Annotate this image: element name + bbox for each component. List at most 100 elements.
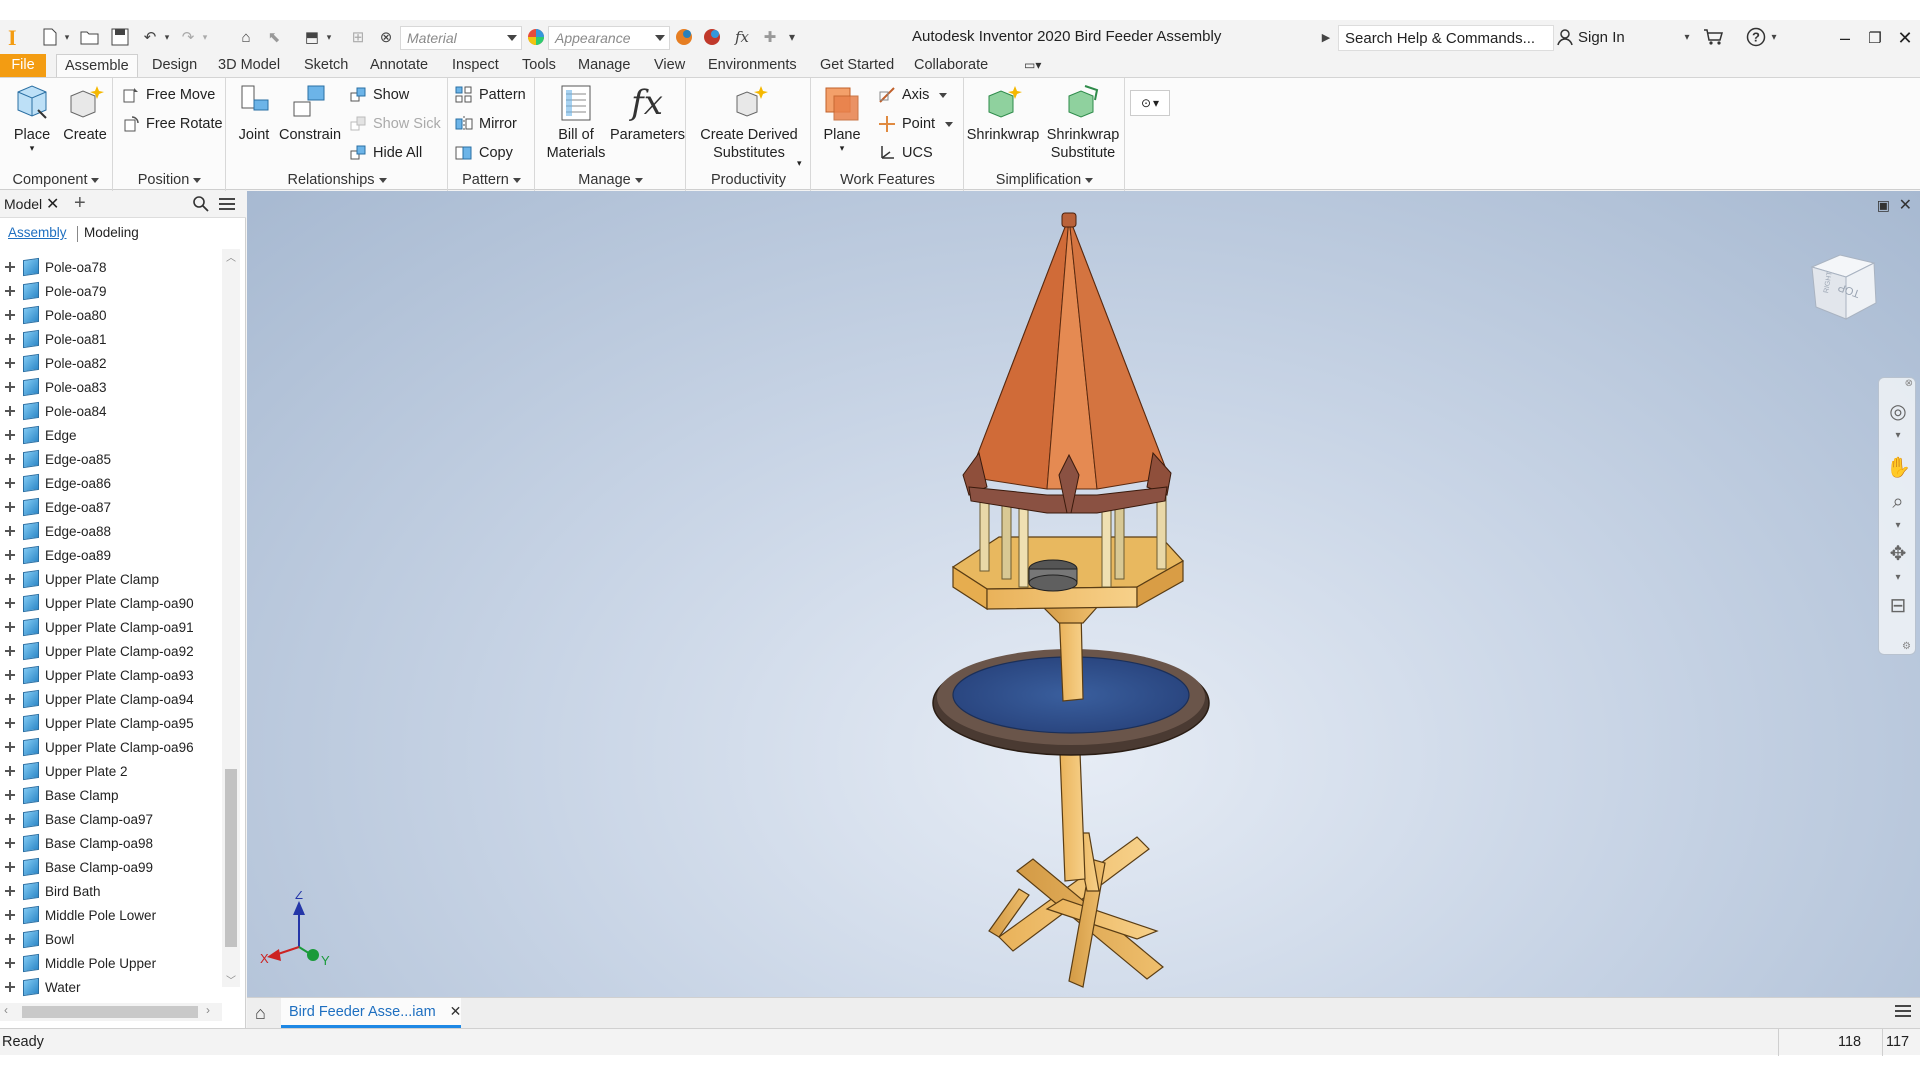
expand-icon[interactable] xyxy=(5,982,15,992)
sign-in-dropdown-icon[interactable]: ▾ xyxy=(1680,26,1694,48)
adjust-appearance-icon[interactable] xyxy=(672,26,696,48)
plane-button[interactable]: Plane ▾ xyxy=(816,82,868,153)
zoom-icon[interactable]: ⌕ xyxy=(1886,490,1910,514)
scrollbar-thumb[interactable] xyxy=(22,1006,198,1018)
minimize-icon[interactable]: – xyxy=(1832,26,1858,50)
tab-assemble[interactable]: Assemble xyxy=(56,54,138,78)
expand-icon[interactable] xyxy=(5,886,15,896)
hide-all-button[interactable]: Hide All xyxy=(349,142,422,164)
tab-design[interactable]: Design xyxy=(144,54,205,77)
close-icon[interactable]: ✕ xyxy=(1892,26,1918,50)
panel-relationships-label[interactable]: Relationships xyxy=(227,172,447,188)
expand-icon[interactable] xyxy=(5,382,15,392)
axis-button[interactable]: Axis xyxy=(878,84,948,106)
tree-item[interactable]: Upper Plate Clamp-oa93 xyxy=(0,663,222,687)
tree-item[interactable]: Pole-oa82 xyxy=(0,351,222,375)
expand-icon[interactable] xyxy=(5,550,15,560)
orbit-icon[interactable]: ✥ xyxy=(1886,542,1910,566)
ribbon-extra-dropdown[interactable]: ⊙ ▾ xyxy=(1130,90,1170,116)
subtab-assembly[interactable]: Assembly xyxy=(8,225,67,240)
copy-button[interactable]: Copy xyxy=(455,142,513,164)
navbar-options-icon[interactable]: ⚙ xyxy=(1902,641,1911,652)
open-file-icon[interactable] xyxy=(78,26,102,48)
tree-item[interactable]: Upper Plate Clamp-oa94 xyxy=(0,687,222,711)
free-rotate-button[interactable]: Free Rotate xyxy=(122,113,223,135)
ucs-button[interactable]: UCS xyxy=(878,142,933,164)
tree-item[interactable]: Upper Plate Clamp-oa95 xyxy=(0,711,222,735)
panel-position-label[interactable]: Position xyxy=(114,172,225,188)
search-icon[interactable] xyxy=(192,195,210,216)
parameters-fx-icon[interactable]: fx xyxy=(730,26,754,48)
tab-view[interactable]: View xyxy=(646,54,693,77)
scroll-left-icon[interactable]: ‹ xyxy=(4,1003,8,1017)
expand-icon[interactable] xyxy=(5,910,15,920)
tab-file[interactable]: File xyxy=(0,54,46,77)
expand-icon[interactable] xyxy=(5,598,15,608)
expand-icon[interactable] xyxy=(5,310,15,320)
panel-component-label[interactable]: Component xyxy=(0,172,112,188)
tree-item[interactable]: Pole-oa79 xyxy=(0,279,222,303)
expand-icon[interactable] xyxy=(5,286,15,296)
expand-icon[interactable] xyxy=(5,502,15,512)
help-search-input[interactable]: Search Help & Commands... xyxy=(1338,25,1554,51)
new-dropdown-icon[interactable]: ▾ xyxy=(62,26,72,48)
tree-item[interactable]: Pole-oa84 xyxy=(0,399,222,423)
tree-item[interactable]: Upper Plate 2 xyxy=(0,759,222,783)
zoom-dropdown-icon[interactable]: ▾ xyxy=(1886,514,1910,538)
tree-item[interactable]: Edge-oa86 xyxy=(0,471,222,495)
home-icon[interactable]: ⌂ xyxy=(234,26,258,48)
tree-item[interactable]: Base Clamp-oa97 xyxy=(0,807,222,831)
tab-environments[interactable]: Environments xyxy=(700,54,805,77)
tab-annotate[interactable]: Annotate xyxy=(362,54,436,77)
tree-item[interactable]: Middle Pole Lower xyxy=(0,903,222,927)
panel-manage-label[interactable]: Manage xyxy=(536,172,685,188)
show-button[interactable]: Show xyxy=(349,84,409,106)
tree-item[interactable]: Water xyxy=(0,975,222,999)
expand-icon[interactable] xyxy=(5,742,15,752)
appearance-select[interactable]: Appearance xyxy=(548,26,670,50)
tab-manage[interactable]: Manage xyxy=(570,54,638,77)
tree-item[interactable]: Edge-oa88 xyxy=(0,519,222,543)
tree-item[interactable]: Pole-oa81 xyxy=(0,327,222,351)
document-tab[interactable]: Bird Feeder Asse...iam ✕ xyxy=(281,998,461,1028)
graphics-viewport[interactable]: ▣ ✕ TOP RIGHT ⊗ ◎ ▾ ✋ ⌕ ▾ ✥ ▾ ⊟ ⚙ Z X Y xyxy=(247,191,1920,997)
expand-icon[interactable] xyxy=(5,934,15,944)
measure-icon[interactable]: ⊞ xyxy=(346,26,370,48)
browser-horizontal-scrollbar[interactable]: ‹ › xyxy=(0,1003,222,1021)
expand-icon[interactable] xyxy=(5,838,15,848)
panel-pattern-label[interactable]: Pattern xyxy=(449,172,534,188)
menu-icon[interactable] xyxy=(218,196,236,215)
expand-icon[interactable] xyxy=(5,958,15,968)
undo-dropdown-icon[interactable]: ▾ xyxy=(162,26,172,48)
bill-of-materials-button[interactable]: Bill of Materials xyxy=(540,82,612,162)
subtab-modeling[interactable]: Modeling xyxy=(84,225,139,240)
steering-dropdown-icon[interactable]: ▾ xyxy=(1886,424,1910,448)
ribbon-display-options-icon[interactable]: ▭▾ xyxy=(1016,54,1049,77)
update-dropdown-icon[interactable]: ▾ xyxy=(324,26,334,48)
expand-icon[interactable] xyxy=(5,622,15,632)
steering-wheel-icon[interactable]: ◎ xyxy=(1886,400,1910,424)
scroll-down-icon[interactable]: ﹀ xyxy=(226,972,236,987)
search-expand-icon[interactable]: ▶ xyxy=(1318,26,1334,48)
tree-item[interactable]: Upper Plate Clamp-oa96 xyxy=(0,735,222,759)
redo-dropdown-icon[interactable]: ▾ xyxy=(200,26,210,48)
tree-item[interactable]: Pole-oa80 xyxy=(0,303,222,327)
select-filter-icon[interactable]: ⬉ xyxy=(262,26,286,48)
tree-item[interactable]: Pole-oa83 xyxy=(0,375,222,399)
tab-sketch[interactable]: Sketch xyxy=(296,54,356,77)
scrollbar-thumb[interactable] xyxy=(225,769,237,947)
inventor-logo-icon[interactable]: I xyxy=(8,25,26,50)
help-dropdown-icon[interactable]: ▾ xyxy=(1768,26,1780,48)
tree-item[interactable]: Edge-oa89 xyxy=(0,543,222,567)
new-file-icon[interactable] xyxy=(38,26,62,48)
sign-in-button[interactable]: Sign In xyxy=(1556,28,1625,46)
navbar-close-icon[interactable]: ⊗ xyxy=(1905,378,1913,389)
appearance-sphere-icon[interactable] xyxy=(524,26,548,48)
tree-item[interactable]: Edge-oa87 xyxy=(0,495,222,519)
tab-3d-model[interactable]: 3D Model xyxy=(210,54,288,77)
save-icon[interactable] xyxy=(108,26,132,48)
expand-icon[interactable] xyxy=(5,478,15,488)
tree-item[interactable]: Base Clamp-oa99 xyxy=(0,855,222,879)
expand-icon[interactable] xyxy=(5,430,15,440)
pattern-button[interactable]: Pattern xyxy=(455,84,526,106)
